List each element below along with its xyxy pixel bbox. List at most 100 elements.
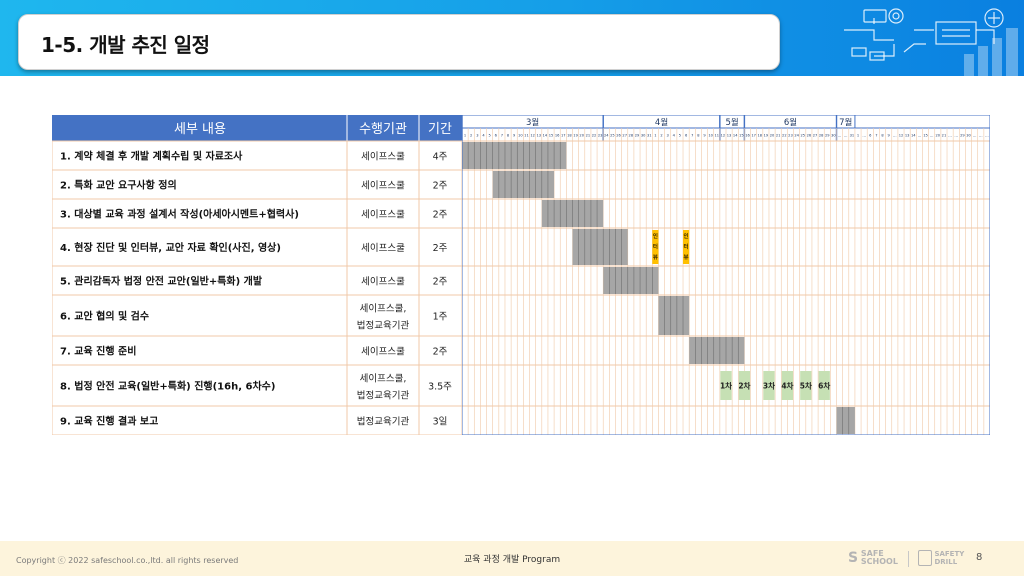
day-label: 21 — [942, 134, 947, 138]
task-label: 8. 법정 안전 교육(일반+특화) 진행(16h, 6차수) — [60, 380, 275, 393]
safety-drill-mark-icon — [918, 550, 932, 566]
day-label: 14 — [543, 134, 548, 138]
day-label: 7 — [691, 134, 693, 138]
day-label: 11 — [524, 134, 529, 138]
day-label: … — [948, 134, 952, 138]
day-label: 13 — [536, 134, 541, 138]
day-label: 20 — [936, 134, 941, 138]
day-label: 1 — [464, 134, 466, 138]
day-label: 5 — [679, 134, 681, 138]
page-number: 8 — [976, 552, 983, 563]
safety-drill-logo-line1: SAFETY — [934, 550, 965, 558]
day-label: 16 — [745, 134, 750, 138]
day-label: 13 — [905, 134, 910, 138]
day-label: 3 — [476, 134, 478, 138]
title-box: 1-5. 개발 추진 일정 — [18, 14, 780, 70]
day-label: 10 — [518, 134, 523, 138]
safe-school-logo: S SAFE SCHOOL — [848, 550, 898, 566]
day-label: 7 — [501, 134, 503, 138]
session-label: 4차 — [781, 381, 793, 391]
safety-drill-logo-line2: DRILL — [934, 558, 958, 566]
day-label: 16 — [555, 134, 560, 138]
day-label: 1 — [654, 134, 656, 138]
day-label: 14 — [733, 134, 738, 138]
interview-label: 터 — [684, 243, 689, 251]
day-label: 12 — [530, 134, 535, 138]
day-label: 13 — [727, 134, 732, 138]
duration-label: 4주 — [433, 152, 448, 163]
duration-label: 2주 — [433, 243, 448, 254]
day-label: 1 — [857, 134, 859, 138]
day-label: … — [844, 134, 848, 138]
org-label: 법정교육기관 — [357, 417, 410, 428]
header-org: 수행기관 — [359, 121, 407, 137]
interview-label: 인 — [684, 232, 689, 240]
org-label: 세이프스쿨 — [361, 210, 405, 221]
safe-school-mark-icon: S — [848, 550, 859, 566]
month-label: 7월 — [839, 117, 852, 128]
day-label: 31 — [850, 134, 855, 138]
day-label: … — [930, 134, 934, 138]
day-label: … — [862, 134, 866, 138]
header-banner: 1-5. 개발 추진 일정 — [0, 0, 1024, 76]
day-label: 30 — [831, 134, 836, 138]
day-label: 3 — [667, 134, 669, 138]
month-label: 6월 — [784, 117, 797, 128]
task-label: 1. 계약 체결 후 개발 계획수립 및 자료조사 — [60, 150, 243, 163]
day-label: 12 — [899, 134, 904, 138]
day-label: 21 — [776, 134, 781, 138]
gantt-bar — [689, 337, 745, 364]
session-label: 6차 — [818, 381, 830, 391]
day-label: 18 — [757, 134, 762, 138]
day-label: 2 — [660, 134, 662, 138]
day-label: 21 — [586, 134, 591, 138]
day-label: 20 — [770, 134, 775, 138]
day-label: 27 — [622, 134, 627, 138]
day-label: 24 — [794, 134, 799, 138]
org-label: 법정교육기관 — [357, 391, 410, 402]
day-label: 5 — [488, 134, 490, 138]
day-label: 12 — [721, 134, 726, 138]
gantt-bar — [836, 407, 855, 434]
header-duration: 기간 — [428, 122, 452, 137]
day-label: 28 — [629, 134, 634, 138]
day-label: 24 — [604, 134, 609, 138]
day-label: 22 — [592, 134, 597, 138]
gantt-bar — [572, 229, 628, 265]
day-label: 15 — [739, 134, 744, 138]
day-label: 25 — [610, 134, 615, 138]
safety-drill-logo: SAFETY DRILL — [918, 550, 964, 566]
interview-label: 인 — [653, 232, 658, 240]
duration-label: 2주 — [433, 277, 448, 288]
task-label: 7. 교육 진행 준비 — [60, 345, 136, 358]
org-label: 세이프스쿨 — [361, 243, 405, 254]
gantt-bar — [603, 267, 659, 294]
day-label: 23 — [598, 134, 603, 138]
duration-label: 2주 — [433, 347, 448, 358]
footer: Copyright ⓒ 2022 safeschool.co.,ltd. all… — [0, 541, 1024, 576]
day-label: … — [954, 134, 958, 138]
month-label: 5월 — [726, 117, 739, 128]
task-label: 5. 관리감독자 법정 안전 교안(일반+특화) 개발 — [60, 275, 263, 288]
day-label: 22 — [782, 134, 787, 138]
day-label: 20 — [579, 134, 584, 138]
tech-circuit-decoration — [844, 8, 1018, 76]
day-label: 7 — [875, 134, 877, 138]
org-label: 세이프스쿨 — [361, 181, 405, 192]
session-label: 2차 — [738, 381, 750, 391]
task-label: 6. 교안 협의 및 검수 — [60, 310, 149, 323]
logo-divider — [908, 551, 909, 567]
org-label: 세이프스쿨 — [361, 347, 405, 358]
day-label: 14 — [911, 134, 916, 138]
day-label: 10 — [708, 134, 713, 138]
schedule-table: 세부 내용 수행기관 기간 1. 계약 체결 후 개발 계획수립 및 자료조사 세… — [52, 115, 462, 435]
session-label: 3차 — [763, 381, 775, 391]
day-label: 19 — [764, 134, 769, 138]
day-label: 15 — [923, 134, 928, 138]
day-label: … — [973, 134, 977, 138]
day-label: … — [838, 134, 842, 138]
gantt-bar — [462, 142, 567, 169]
interview-label: 터 — [653, 243, 658, 251]
day-label: 19 — [573, 134, 578, 138]
duration-label: 3일 — [433, 417, 448, 428]
